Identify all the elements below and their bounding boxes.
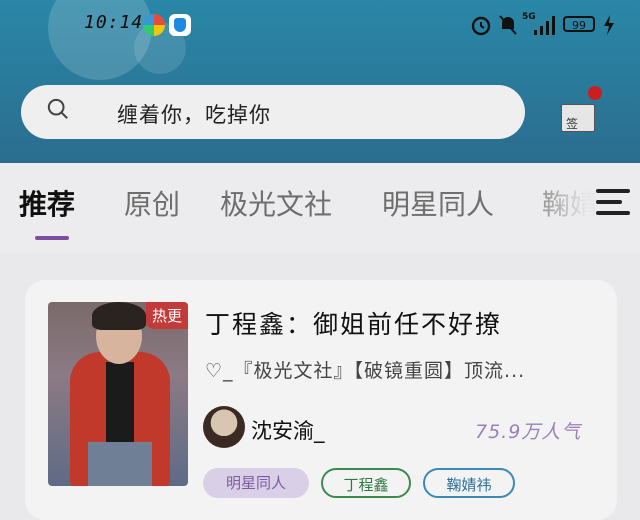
tab-recommend[interactable]: 推荐 (19, 183, 75, 223)
mute-icon (499, 15, 517, 35)
charging-icon (604, 15, 614, 35)
shield-app-icon (169, 14, 191, 36)
status-time: 10:14 (84, 12, 144, 33)
tag-ding-chengxin[interactable]: 丁程鑫 (321, 468, 411, 498)
active-tab-indicator (35, 236, 69, 240)
author-name[interactable]: 沈安渝_ (251, 415, 325, 445)
search-placeholder: 缠着你，吃掉你 (117, 103, 271, 127)
book-cover[interactable]: 热更 (48, 302, 188, 486)
hot-badge: 热更 (145, 302, 188, 329)
book-title[interactable]: 丁程鑫：御姐前任不好撩 (205, 305, 502, 341)
battery-indicator: 99 (563, 16, 595, 32)
tab-aurora-club[interactable]: 极光文社 (220, 183, 332, 223)
tag-ju-jingyi[interactable]: 鞠婧祎 (423, 468, 515, 498)
author-avatar[interactable] (203, 406, 245, 448)
notification-dot (588, 86, 602, 100)
tag-celebrity-fanfic[interactable]: 明星同人 (203, 468, 309, 498)
book-description: ♡_『极光文社』【破镜重圆】顶流... (205, 360, 526, 382)
popularity-count: 75.9万人气 (475, 421, 582, 443)
header: 10:14 5G 99 缠着你，吃掉你 签 (0, 0, 640, 163)
tab-celebrity-fanfic[interactable]: 明星同人 (382, 183, 494, 223)
search-icon (47, 98, 68, 119)
cover-figure-shirt (106, 362, 134, 442)
cover-figure-jeans (88, 442, 152, 486)
checkin-label: 签 (566, 117, 579, 131)
checkin-button[interactable]: 签 (555, 86, 602, 134)
alarm-icon (471, 16, 491, 36)
tab-original[interactable]: 原创 (124, 183, 180, 223)
search-bar[interactable]: 缠着你，吃掉你 (21, 85, 525, 139)
cover-figure-hair (92, 302, 146, 330)
category-tabs: 推荐 原创 极光文社 明星同人 鞠婧 (0, 163, 640, 253)
menu-icon[interactable] (596, 187, 632, 217)
book-card[interactable]: 热更 丁程鑫：御姐前任不好撩 ♡_『极光文社』【破镜重圆】顶流... 沈安渝_ … (25, 280, 617, 520)
app-notification-icon (143, 14, 165, 36)
signal-icon (534, 16, 555, 35)
